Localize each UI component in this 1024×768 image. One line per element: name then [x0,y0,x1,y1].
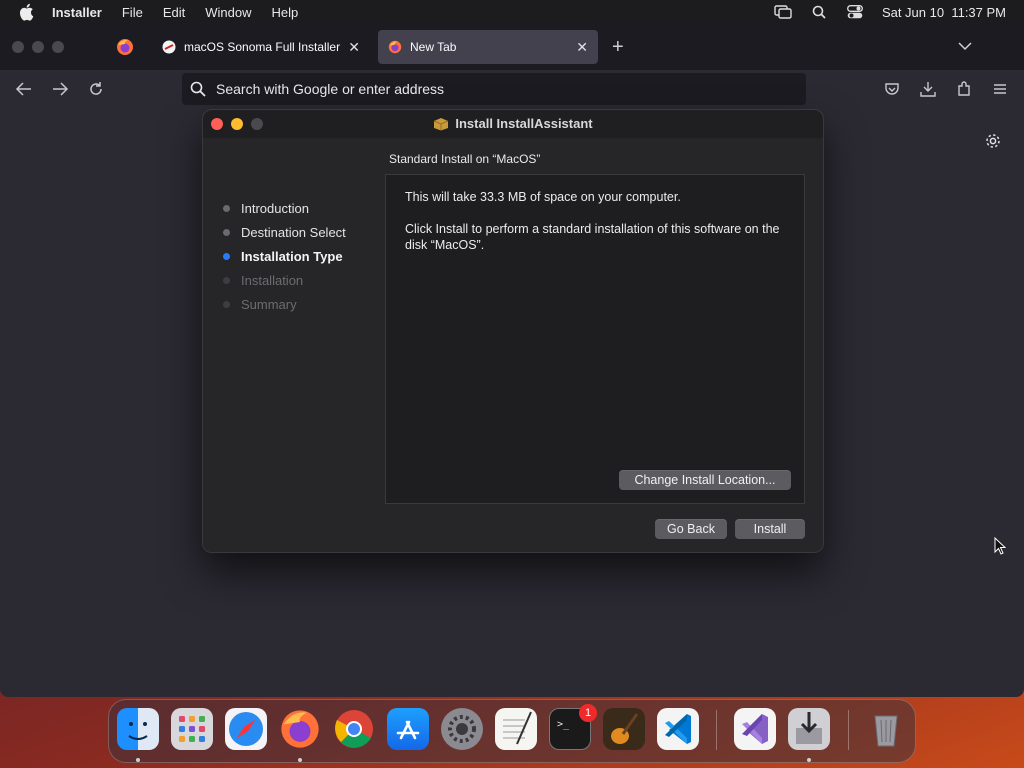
textedit-icon[interactable] [495,708,537,750]
reload-icon[interactable] [87,80,105,98]
installer-window: Install InstallAssistant Standard Instal… [202,109,824,553]
firefox-icon [388,40,402,54]
menu-file[interactable]: File [122,5,143,20]
extensions-icon[interactable] [955,80,973,98]
running-indicator [298,758,302,762]
change-install-location-button[interactable]: Change Install Location... [619,470,791,490]
go-back-button[interactable]: Go Back [655,519,727,539]
close-tab-icon[interactable]: ✕ [348,39,360,56]
download-icon[interactable] [919,80,937,98]
step-label: Installation [241,272,304,288]
apple-menu-icon[interactable] [18,3,38,21]
close-tab-icon[interactable]: ✕ [576,39,588,56]
browser-zoom-button[interactable] [52,41,64,53]
step-destination-select: Destination Select [223,220,346,244]
safari-icon[interactable] [225,708,267,750]
screen-mirroring-icon[interactable] [774,5,792,19]
step-label: Introduction [241,200,309,216]
launchpad-icon[interactable] [171,708,213,750]
step-dot [223,252,230,260]
tab-new-tab[interactable]: New Tab ✕ [378,30,598,64]
back-arrow-icon[interactable] [15,80,33,98]
menu-edit[interactable]: Edit [163,5,185,20]
step-label: Destination Select [241,224,346,240]
notification-badge: 1 [579,704,597,722]
tab-bar: macOS Sonoma Full Installer Da ✕ New Tab… [0,24,1024,70]
vscode-icon[interactable] [657,708,699,750]
menu-bar: Installer File Edit Window Help Sat Jun … [0,0,1024,24]
browser-minimize-button[interactable] [32,41,44,53]
step-label: Summary [241,296,297,312]
installer-title-text: Install InstallAssistant [455,116,593,131]
browser-close-button[interactable] [12,41,24,53]
dock: >_ 1 [108,699,916,763]
step-installation-type: Installation Type [223,244,346,268]
installer-icon[interactable] [788,708,830,750]
menu-help[interactable]: Help [271,5,298,20]
system-settings-icon[interactable] [441,708,483,750]
address-bar-placeholder: Search with Google or enter address [216,81,445,97]
tab-title: macOS Sonoma Full Installer Da [184,40,344,54]
step-dot [223,276,230,284]
step-installation: Installation [223,268,346,292]
spotlight-search-icon[interactable] [810,5,828,19]
app-store-icon[interactable] [387,708,429,750]
installer-body: Standard Install on “MacOS” Introduction… [203,138,823,552]
svg-text:>_: >_ [557,719,570,730]
step-label: Installation Type [241,248,343,264]
forward-arrow-icon[interactable] [51,80,69,98]
visual-studio-icon[interactable] [734,708,776,750]
install-instruction-text: Click Install to perform a standard inst… [405,222,780,252]
running-indicator [136,758,140,762]
tab-title: New Tab [410,40,457,54]
installer-title: Install InstallAssistant [203,116,823,131]
step-dot [223,300,230,308]
space-required-text: This will take 33.3 MB of space on your … [405,190,681,204]
install-info-panel: This will take 33.3 MB of space on your … [385,174,805,504]
install-button[interactable]: Install [735,519,805,539]
step-dot [223,204,230,212]
step-summary: Summary [223,292,346,316]
menu-clock[interactable]: Sat Jun 10 11:37 PM [882,5,1006,20]
search-icon [190,81,206,97]
pocket-icon[interactable] [883,80,901,98]
running-indicator [807,758,811,762]
step-introduction: Introduction [223,196,346,220]
gear-icon[interactable] [984,132,1002,150]
trash-icon[interactable] [865,708,907,750]
hamburger-menu-icon[interactable] [991,80,1009,98]
control-center-icon[interactable] [846,5,864,19]
chrome-icon[interactable] [333,708,375,750]
finder-icon[interactable] [117,708,159,750]
step-dot [223,228,230,236]
installer-titlebar: Install InstallAssistant [203,110,823,138]
navigation-toolbar: Search with Google or enter address [0,70,1024,110]
firefox-view-icon[interactable] [116,38,134,56]
menu-app-name[interactable]: Installer [52,5,102,20]
browser-window-controls [12,41,64,53]
tab-favicon-icon [162,40,176,54]
garageband-icon[interactable] [603,708,645,750]
chevron-down-icon[interactable] [958,38,972,52]
installer-steps: Introduction Destination Select Installa… [223,196,346,316]
new-tab-plus-icon[interactable]: + [612,36,624,59]
package-icon [434,117,449,130]
address-bar[interactable]: Search with Google or enter address [182,73,806,105]
tab-macos-sonoma[interactable]: macOS Sonoma Full Installer Da ✕ [152,30,370,64]
install-heading: Standard Install on “MacOS” [389,152,541,166]
dock-separator [716,710,717,750]
dock-separator [848,710,849,750]
mouse-cursor-icon [994,537,1006,555]
firefox-icon[interactable] [279,708,321,750]
menu-window[interactable]: Window [205,5,251,20]
